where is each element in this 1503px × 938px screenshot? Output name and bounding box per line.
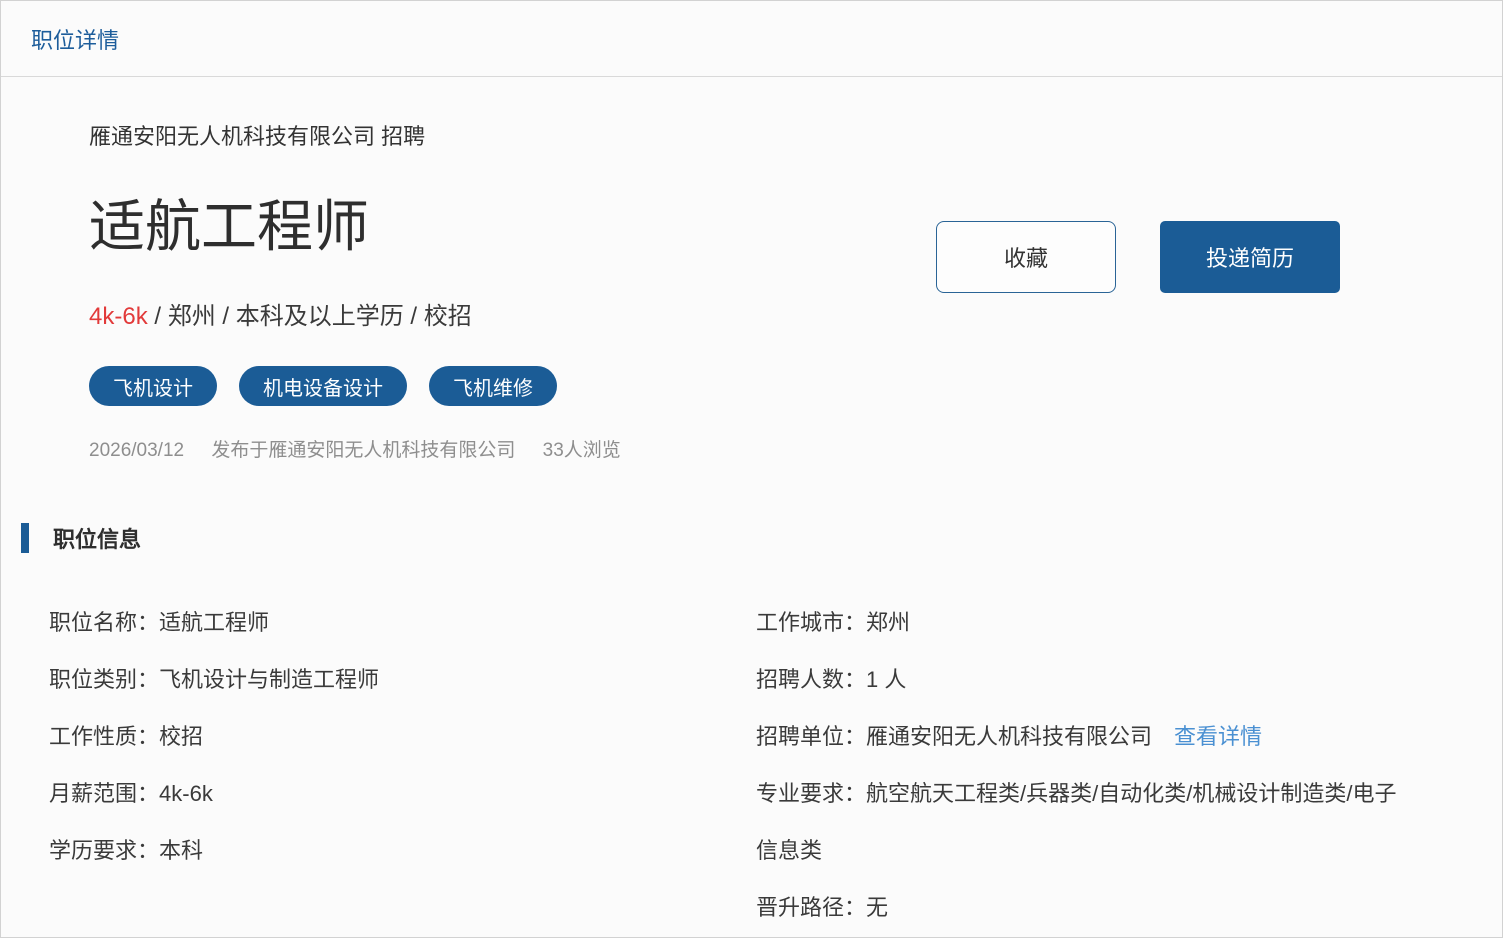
section-title: 职位信息 — [53, 522, 141, 554]
detail-row-major-requirement: 专业要求：航空航天工程类/兵器类/自动化类/机械设计制造类/电子信息类 — [756, 765, 1416, 879]
detail-row-work-city: 工作城市：郑州 — [756, 594, 1416, 651]
detail-row-headcount: 招聘人数：1 人 — [756, 651, 1416, 708]
publish-meta-line: 2026/03/12 发布于雁通安阳无人机科技有限公司 33人浏览 — [89, 440, 1502, 462]
job-tag[interactable]: 飞机维修 — [429, 366, 557, 406]
section-header: 职位信息 — [1, 522, 1502, 554]
view-count: 33人浏览 — [543, 440, 621, 461]
job-summary-line: 4k-6k / 郑州 / 本科及以上学历 / 校招 — [89, 300, 1502, 334]
view-company-details-link[interactable]: 查看详情 — [1174, 724, 1262, 749]
detail-row-job-category: 职位类别：飞机设计与制造工程师 — [49, 651, 756, 708]
detail-row-job-nature: 工作性质：校招 — [49, 708, 756, 765]
job-tags: 飞机设计 机电设备设计 飞机维修 — [89, 366, 1502, 406]
topbar: 职位详情 — [1, 1, 1502, 77]
apply-resume-button[interactable]: 投递简历 — [1160, 221, 1340, 293]
job-info-grid: 职位名称：适航工程师 职位类别：飞机设计与制造工程师 工作性质：校招 月薪范围：… — [1, 594, 1502, 936]
section-accent-bar — [21, 523, 29, 553]
detail-row-recruiting-unit: 招聘单位：雁通安阳无人机科技有限公司查看详情 — [756, 708, 1416, 765]
job-detail-page: 职位详情 雁通安阳无人机科技有限公司 招聘 适航工程师 4k-6k / 郑州 /… — [0, 0, 1503, 938]
salary-range: 4k-6k — [89, 303, 148, 330]
job-info-left-column: 职位名称：适航工程师 职位类别：飞机设计与制造工程师 工作性质：校招 月薪范围：… — [49, 594, 756, 936]
detail-row-promotion-path: 晋升路径：无 — [756, 879, 1416, 936]
job-tag[interactable]: 机电设备设计 — [239, 366, 407, 406]
company-recruiting-line: 雁通安阳无人机科技有限公司 招聘 — [89, 122, 1502, 152]
job-summary-rest: / 郑州 / 本科及以上学历 / 校招 — [148, 303, 472, 330]
publish-date: 2026/03/12 — [89, 440, 184, 461]
publish-source: 发布于雁通安阳无人机科技有限公司 — [211, 440, 515, 461]
detail-row-salary-range: 月薪范围：4k-6k — [49, 765, 756, 822]
action-buttons: 收藏 投递简历 — [936, 221, 1340, 293]
page-title: 职位详情 — [31, 23, 119, 55]
detail-row-job-name: 职位名称：适航工程师 — [49, 594, 756, 651]
detail-row-education: 学历要求：本科 — [49, 822, 756, 879]
job-tag[interactable]: 飞机设计 — [89, 366, 217, 406]
favorite-button[interactable]: 收藏 — [936, 221, 1116, 293]
job-info-right-column: 工作城市：郑州 招聘人数：1 人 招聘单位：雁通安阳无人机科技有限公司查看详情 … — [756, 594, 1436, 936]
